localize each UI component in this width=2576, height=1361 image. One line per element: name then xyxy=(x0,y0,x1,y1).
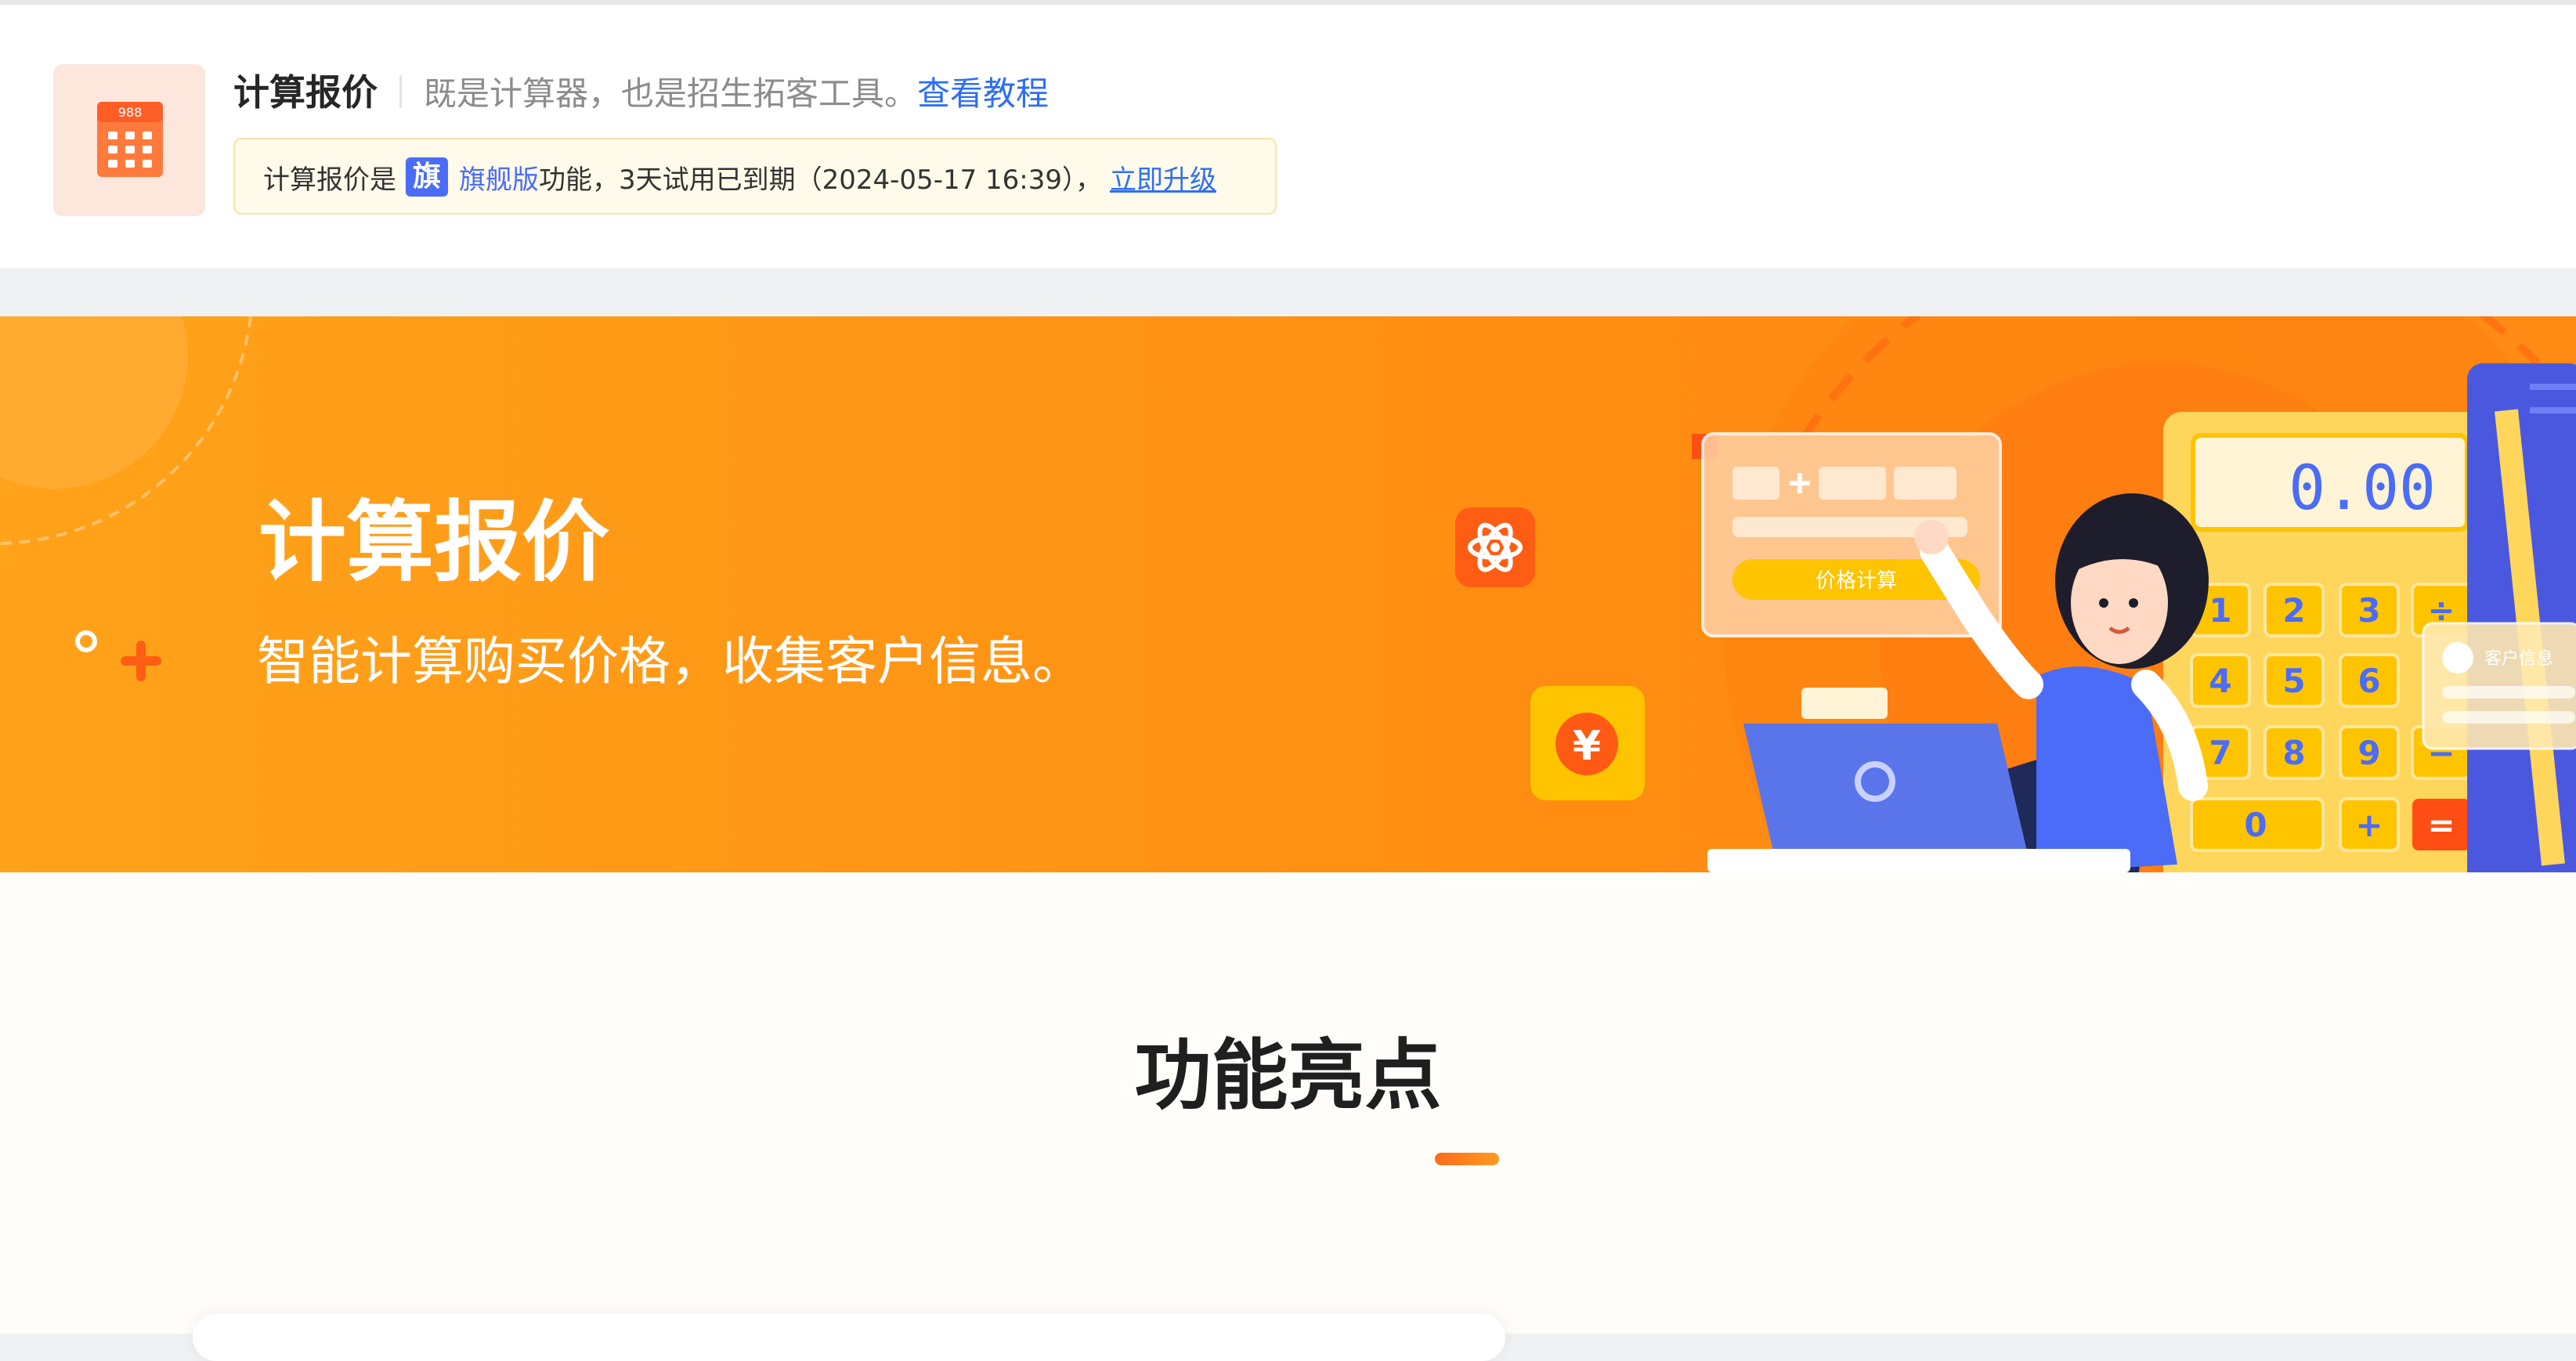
tutorial-link[interactable]: 查看教程 xyxy=(917,74,1049,113)
notice-message: 功能，3天试用已到期（2024-05-17 16:39）， xyxy=(539,164,1103,196)
currency-symbol: ¥ xyxy=(1573,723,1601,770)
calc-key: 0 xyxy=(2244,806,2267,844)
calc-key: 3 xyxy=(2357,591,2380,630)
app-description: 既是计算器，也是招生拓客工具。查看教程 xyxy=(424,70,1049,117)
calc-key: 6 xyxy=(2357,662,2380,700)
upgrade-link[interactable]: 立即升级 xyxy=(1110,158,1216,197)
title-divider xyxy=(399,75,402,108)
hero-banner: ¥ 价格计算 0.00 1 2 3 ÷ 4 5 6 7 8 9 − 0 + = … xyxy=(0,316,2576,872)
calc-key: 5 xyxy=(2282,662,2305,700)
customer-info-label: 客户信息 xyxy=(2484,649,2553,669)
calc-key: 8 xyxy=(2282,734,2305,772)
calculator-icon: 988 xyxy=(53,64,205,216)
calc-key: 7 xyxy=(2209,734,2231,772)
description-text: 既是计算器，也是招生拓客工具。 xyxy=(424,74,918,113)
calc-key: = xyxy=(2427,806,2455,844)
banner-title: 计算报价 xyxy=(258,492,609,594)
app-header: 988 计算报价 既是计算器，也是招生拓客工具。查看教程 计算报价是 旗 旗舰版… xyxy=(0,5,2576,268)
flagship-badge: 旗 xyxy=(406,157,448,197)
price-calc-button: 价格计算 xyxy=(1815,569,1897,593)
page-title: 计算报价 xyxy=(233,71,378,114)
calculator-display-text: 988 xyxy=(118,105,143,120)
calc-key: 4 xyxy=(2209,662,2231,700)
banner-illustration: ¥ 价格计算 0.00 1 2 3 ÷ 4 5 6 7 8 9 − 0 + = … xyxy=(0,316,2576,872)
calc-key: 2 xyxy=(2282,591,2305,630)
trial-expired-notice: 计算报价是 旗 旗舰版 功能，3天试用已到期（2024-05-17 16:39）… xyxy=(233,138,1277,215)
customer-info-card: 客户信息 xyxy=(2422,622,2576,750)
banner-subtitle: 智能计算购买价格，收集客户信息。 xyxy=(257,631,1084,691)
calculator-illustration: 0.00 1 2 3 ÷ 4 5 6 7 8 9 − 0 + = xyxy=(2163,363,2576,872)
calculator-display: 0.00 xyxy=(2289,453,2436,524)
features-section: 功能亮点 xyxy=(0,872,2576,1361)
section-title: 功能亮点 xyxy=(1134,1031,1442,1121)
feature-card xyxy=(193,1314,1505,1361)
notice-prefix: 计算报价是 xyxy=(263,164,396,196)
section-title-underline xyxy=(1435,1153,1499,1165)
calc-key: 9 xyxy=(2357,734,2380,772)
calc-key: 1 xyxy=(2209,591,2231,630)
notice-row: 计算报价是 旗 旗舰版 功能，3天试用已到期（2024-05-17 16:39）… xyxy=(263,157,1216,197)
calc-key: + xyxy=(2355,806,2383,844)
user-icon xyxy=(2442,642,2473,673)
atom-icon xyxy=(1455,507,1535,587)
edition-name: 旗舰版 xyxy=(459,164,539,196)
yuan-coin-icon: ¥ xyxy=(1530,686,1645,800)
